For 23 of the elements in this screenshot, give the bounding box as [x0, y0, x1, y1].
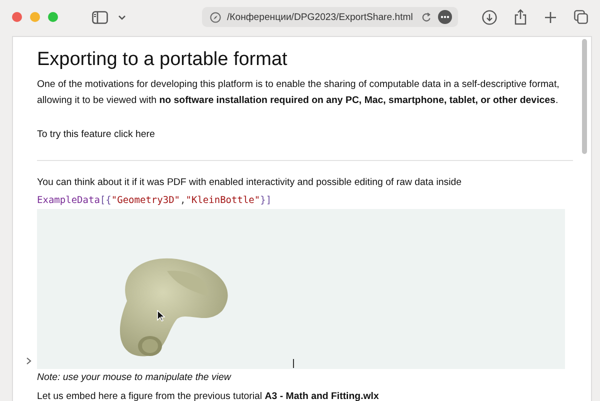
more-icon[interactable]: [438, 10, 452, 24]
tabs-overview-icon[interactable]: [574, 10, 588, 24]
embed-text: Let us embed here a figure from the previous tutorial A3 - Math and Fitting.wlx: [37, 390, 380, 401]
page-heading: Exporting to a portable format: [37, 49, 288, 71]
sidebar-icon[interactable]: [92, 10, 108, 24]
share-icon[interactable]: [514, 9, 527, 25]
note-text: Note: use your mouse to manipulate the view: [37, 371, 232, 385]
chevron-down-icon[interactable]: [118, 14, 126, 20]
reload-icon[interactable]: [421, 12, 432, 22]
chevron-right-icon[interactable]: [26, 357, 32, 365]
close-button[interactable]: [12, 12, 22, 22]
download-icon[interactable]: [482, 10, 497, 24]
plus-icon[interactable]: [544, 10, 557, 24]
intro-paragraph: One of the motivations for developing this platform is to enable the sharing of computable data in a self-descriptive format, allowing it to be viewed with no software installation required on any PC, Mac, smartphone, tablet, or other devices.: [37, 78, 560, 108]
mouse-cursor-icon: [157, 310, 165, 322]
try-feature-text: To try this feature click here: [37, 128, 156, 142]
description-text: You can think about it if it was PDF with enabled interactivity and possible editing of raw data inside: [37, 176, 463, 190]
code-input-line[interactable]: ExampleData[{"Geometry3D","KleinBottle"}]: [37, 193, 573, 209]
scrollbar-thumb[interactable]: [582, 39, 586, 154]
address-bar[interactable]: /Конференции/DPG2023/ExportShare.html: [202, 7, 458, 27]
url-text: /Конференции/DPG2023/ExportShare.html: [227, 12, 414, 22]
compass-icon: [210, 12, 221, 22]
text-cursor-icon: [293, 359, 294, 368]
